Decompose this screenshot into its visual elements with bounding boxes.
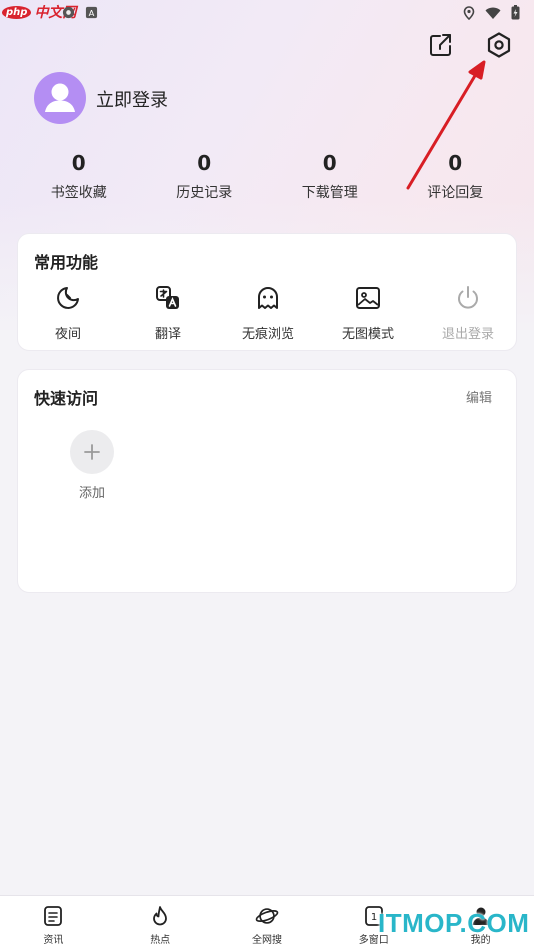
planet-icon [255, 908, 279, 924]
common-functions-title: 常用功能 [34, 253, 99, 272]
no-image-mode-label: 无图模式 [341, 327, 394, 342]
stat-history[interactable]: 0 历史记录 [142, 150, 268, 206]
ghost-icon [258, 287, 278, 309]
settings-button[interactable] [484, 30, 514, 60]
windows-count: 1 [371, 912, 377, 923]
news-icon [44, 906, 63, 926]
logout-label: 退出登录 [441, 327, 494, 342]
stat-value: 0 [448, 151, 463, 175]
stat-label: 评论回复 [427, 185, 484, 201]
status-bar: php 中文网 A [0, 0, 534, 26]
nav-news-label: 资讯 [43, 935, 64, 946]
stats-row: 0 书签收藏 0 历史记录 0 下载管理 0 评论回复 [16, 150, 518, 206]
nav-hot-label: 热点 [150, 935, 171, 946]
nav-hot[interactable]: 热点 [107, 896, 214, 950]
flame-icon [153, 906, 168, 926]
quick-access-title: 快速访问 [34, 389, 99, 408]
share-button[interactable] [426, 30, 456, 60]
add-shortcut-button[interactable]: 添加 [70, 430, 114, 501]
php-watermark-badge: php [2, 5, 32, 19]
stat-bookmarks[interactable]: 0 书签收藏 [16, 150, 142, 206]
stat-downloads[interactable]: 0 下载管理 [267, 150, 393, 206]
stat-value: 0 [322, 151, 337, 175]
stat-value: 0 [71, 151, 86, 175]
battery-icon [511, 5, 520, 20]
incognito-label: 无痕浏览 [241, 327, 294, 342]
logout-button[interactable]: 退出登录 [418, 284, 518, 342]
nav-search-all[interactable]: 全网搜 [214, 896, 321, 950]
moon-icon [57, 287, 79, 309]
status-letter-a-icon: A [85, 6, 98, 18]
wifi-icon [485, 7, 501, 19]
quick-access-card: 快速访问 编辑 添加 [17, 369, 517, 593]
no-image-mode-button[interactable]: 无图模式 [318, 284, 418, 342]
add-shortcut-label: 添加 [78, 486, 105, 501]
svg-text:A: A [89, 8, 95, 18]
itmop-watermark: ITMOP.COM [378, 908, 530, 938]
nav-search-all-label: 全网搜 [251, 935, 282, 946]
avatar-user-icon [45, 83, 75, 112]
nav-news[interactable]: 资讯 [0, 896, 107, 950]
edit-button[interactable]: 编辑 [466, 387, 492, 406]
stat-label: 书签收藏 [50, 185, 107, 201]
login-link[interactable]: 立即登录 [96, 86, 168, 112]
night-mode-label: 夜间 [54, 327, 81, 342]
settings-icon [487, 32, 511, 58]
common-functions-card: 常用功能 夜间 翻译 无痕浏览 无图模式 退出登录 [17, 233, 517, 351]
translate-button[interactable]: 翻译 [118, 284, 218, 342]
share-icon [430, 34, 451, 56]
stat-value: 0 [197, 151, 212, 175]
stat-comments[interactable]: 0 评论回复 [393, 150, 519, 206]
translate-icon [156, 286, 179, 309]
status-app-icon [62, 6, 75, 19]
plus-icon [84, 444, 100, 460]
translate-label: 翻译 [154, 327, 181, 342]
night-mode-button[interactable]: 夜间 [18, 284, 118, 342]
avatar[interactable] [34, 72, 86, 124]
location-icon [463, 5, 475, 20]
stat-label: 下载管理 [301, 185, 358, 201]
stat-label: 历史记录 [176, 185, 233, 201]
power-icon [458, 286, 478, 309]
no-image-icon [356, 287, 380, 309]
incognito-button[interactable]: 无痕浏览 [218, 284, 318, 342]
